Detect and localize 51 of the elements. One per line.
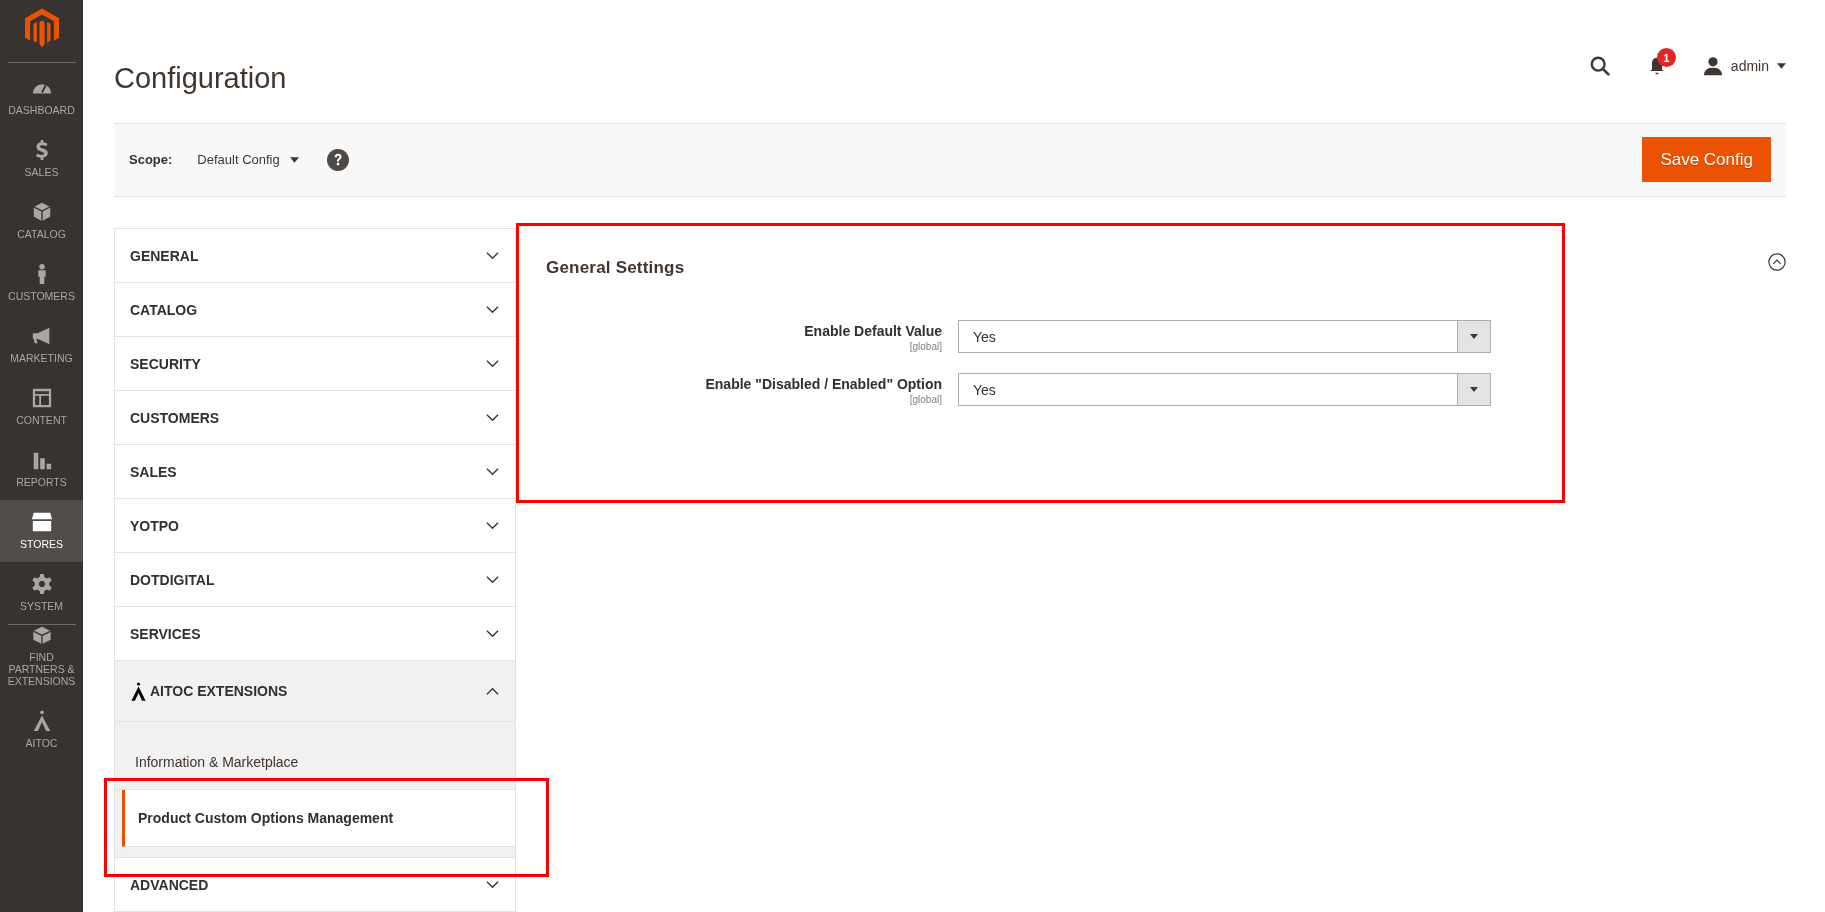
page-title: Configuration xyxy=(114,60,287,95)
field-label: Enable Default Value xyxy=(804,323,942,339)
user-menu[interactable]: admin xyxy=(1702,56,1786,77)
chevron-down-icon xyxy=(486,413,499,422)
nav-item[interactable]: STORES xyxy=(0,500,83,562)
notification-badge: 1 xyxy=(1656,48,1676,68)
nav-item[interactable]: SYSTEM xyxy=(0,562,83,624)
nav-item[interactable]: CONTENT xyxy=(0,376,83,438)
chevron-down-icon xyxy=(486,359,499,368)
scope-label: Scope: xyxy=(129,152,173,168)
person-icon xyxy=(1702,56,1723,77)
bricks-icon xyxy=(30,625,53,646)
caret-icon xyxy=(1470,387,1478,392)
chevron-down-icon xyxy=(486,251,499,260)
select-field[interactable]: Yes xyxy=(958,320,1491,353)
nav-item[interactable]: CUSTOMERS xyxy=(0,252,83,314)
nav-item[interactable]: FIND PARTNERS & EXTENSIONS xyxy=(0,625,83,687)
layout-icon xyxy=(30,387,53,410)
nav-item[interactable]: MARKETING xyxy=(0,314,83,376)
select-field[interactable]: Yes xyxy=(958,373,1491,406)
nav-item[interactable]: AITOC xyxy=(0,699,83,761)
nav-item[interactable]: DASHBOARD xyxy=(0,66,83,128)
box-icon xyxy=(30,201,53,224)
chevron-down-icon xyxy=(486,575,499,584)
config-tab[interactable]: AITOC EXTENSIONS xyxy=(115,661,515,722)
config-subtab[interactable]: Product Custom Options Management xyxy=(122,790,515,847)
storefront-icon xyxy=(30,511,53,534)
scope-note: [global] xyxy=(909,341,942,352)
nav-item[interactable]: REPORTS xyxy=(0,438,83,500)
chevron-down-icon xyxy=(486,880,499,889)
help-icon[interactable] xyxy=(326,148,349,171)
field-label: Enable "Disabled / Enabled" Option xyxy=(705,376,942,392)
scope-note: [global] xyxy=(909,394,942,405)
search-icon[interactable] xyxy=(1588,55,1611,78)
collapse-icon[interactable] xyxy=(1768,253,1786,271)
caret-icon xyxy=(1777,63,1786,70)
chevron-down-icon xyxy=(486,305,499,314)
nav-item[interactable]: CATALOG xyxy=(0,190,83,252)
letter-a-icon xyxy=(130,681,147,701)
save-config-button[interactable]: Save Config xyxy=(1642,137,1771,183)
nav-item[interactable]: SALES xyxy=(0,128,83,190)
chevron-up-icon xyxy=(486,687,499,695)
caret-icon xyxy=(1470,334,1478,339)
caret-icon xyxy=(289,156,299,163)
gear-icon xyxy=(30,573,53,596)
chevron-down-icon xyxy=(486,521,499,530)
chevron-down-icon xyxy=(486,629,499,638)
chevron-down-icon xyxy=(486,467,499,476)
scope-dropdown[interactable]: Default Config xyxy=(197,152,299,168)
logo-icon xyxy=(24,8,59,48)
section-title[interactable]: General Settings xyxy=(546,258,1786,278)
